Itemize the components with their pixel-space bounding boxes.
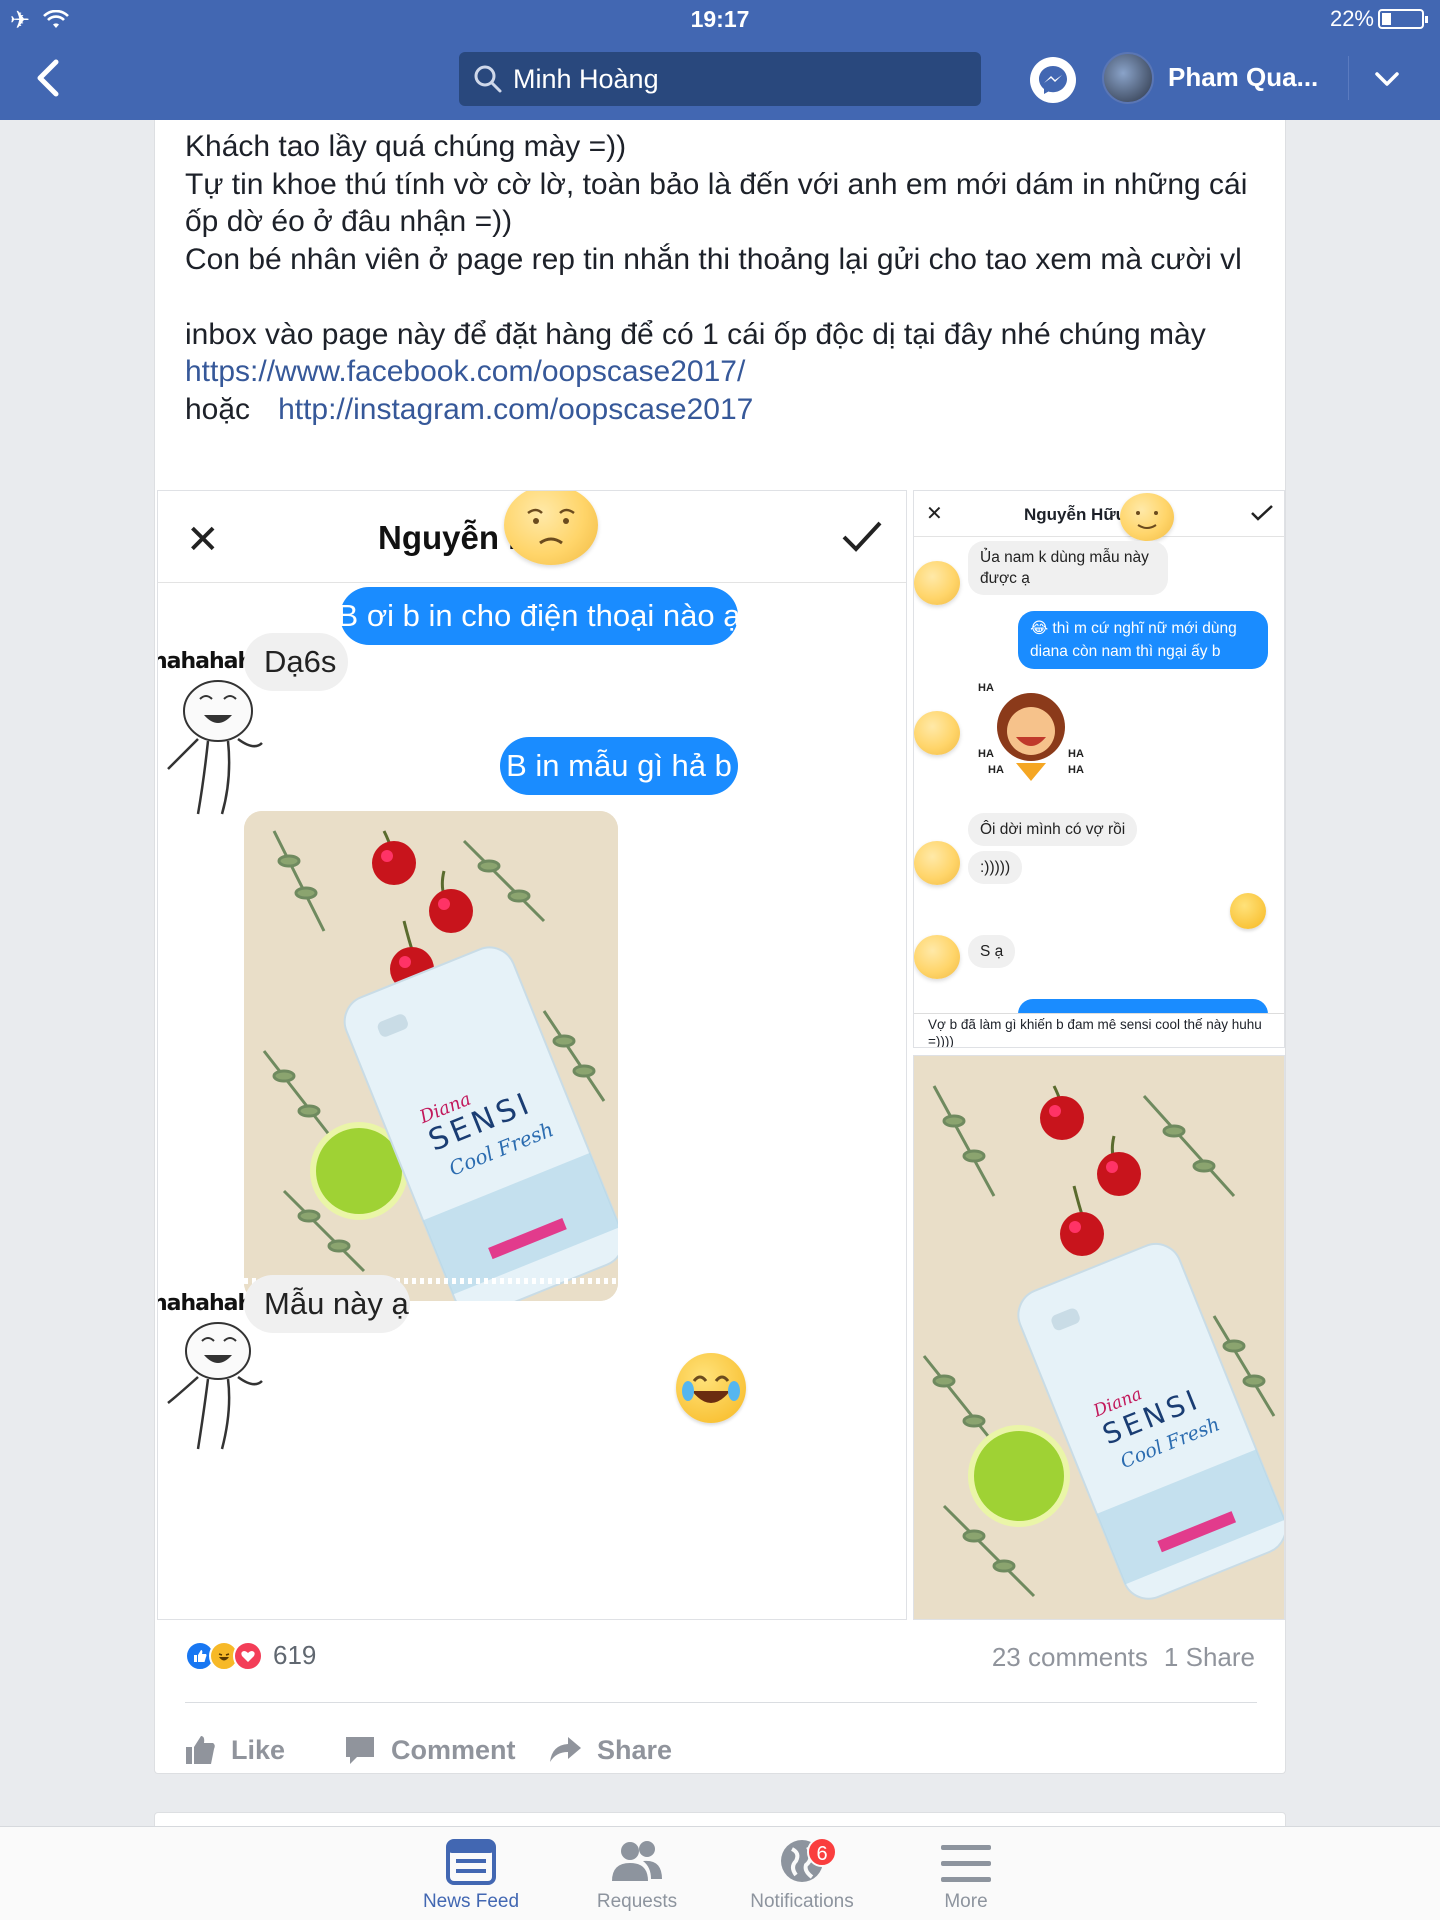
chat-screenshot-right[interactable]: ✕ Nguyễn Hữu Ủa nam k dùng mẫu này được … <box>913 490 1285 1048</box>
laughing-cat-sticker <box>167 680 263 815</box>
post-link-intro: inbox vào page này để đặt hàng để có 1 c… <box>185 317 1206 351</box>
bottom-tab-bar: News Feed Requests 6 Notifications More <box>0 1826 1440 1920</box>
sticker-ha-text: HA <box>978 682 994 694</box>
sticker-ha-text: HA <box>988 764 1004 776</box>
chat-header: ✕ Nguyễn Hữu <box>914 491 1284 537</box>
like-label: Like <box>231 1734 286 1765</box>
phone-case-photo-right[interactable]: Diana SENSI Cool Fresh <box>913 1055 1285 1620</box>
chat-message-received: Mẫu này ạ <box>244 1275 410 1333</box>
contact-avatar <box>914 841 960 885</box>
news-feed-icon <box>446 1839 496 1885</box>
messenger-icon <box>1039 66 1067 94</box>
nav-divider <box>1348 56 1349 100</box>
search-value: Minh Hoàng <box>513 63 659 94</box>
post-line-2: Tự tin khoe thú tính vờ cờ lờ, toàn bảo … <box>185 167 1248 239</box>
close-icon: ✕ <box>186 518 220 562</box>
chat-message-sent: 😂 thì m cứ nghĩ nữ mới dùng diana còn na… <box>1018 611 1268 669</box>
chevron-down-icon[interactable] <box>1372 64 1402 94</box>
battery-percent: 22% <box>1329 6 1374 31</box>
comment-button[interactable]: Comment <box>343 1720 516 1780</box>
checkmark-icon <box>842 521 882 552</box>
chat-message-sent: B in mẫu gì hả b <box>500 737 738 795</box>
sticker-ha-text: HA <box>1068 748 1084 760</box>
phone-case-photo[interactable]: Diana SENSI Cool Fresh <box>244 811 618 1301</box>
share-button[interactable]: Share <box>547 1720 672 1780</box>
messenger-button[interactable] <box>1030 57 1076 103</box>
share-label: Share <box>597 1734 673 1765</box>
status-battery: 22% <box>1329 6 1428 32</box>
contact-avatar <box>914 561 960 605</box>
sticker-ha-text: HA <box>978 748 994 760</box>
post-line-1: Khách tao lầy quá chúng mày =)) <box>185 130 627 163</box>
tab-label: Requests <box>596 1891 678 1912</box>
facebook-page-link[interactable]: https://www.facebook.com/oopscase2017/ <box>185 355 745 388</box>
comment-icon <box>346 1737 374 1764</box>
tab-label: More <box>944 1891 988 1912</box>
laughing-emoji-icon <box>676 1353 746 1423</box>
laughing-cat-sticker <box>167 1322 263 1450</box>
comment-label: Comment <box>391 1734 516 1765</box>
back-arrow-icon[interactable] <box>28 56 68 100</box>
laughing-girl-sticker: HA HA HA HA HA <box>978 682 1084 781</box>
tab-requests[interactable]: Requests <box>562 1827 712 1920</box>
tab-news-feed[interactable]: News Feed <box>396 1827 546 1920</box>
laughing-emoji-icon <box>1230 893 1266 929</box>
checkmark-icon <box>1251 505 1273 521</box>
hamburger-menu-icon <box>941 1845 991 1882</box>
contact-avatar <box>914 711 960 755</box>
engagement-counts: 23 comments 1 Share <box>992 1642 1255 1673</box>
tab-notifications[interactable]: 6 Notifications <box>727 1827 877 1920</box>
post-line-3: Con bé nhân viên ở page rep tin nhắn thi… <box>185 242 1242 276</box>
close-icon: ✕ <box>926 503 943 525</box>
status-time: 19:17 <box>690 6 750 32</box>
thumbs-up-icon <box>186 1736 215 1764</box>
reaction-summary[interactable]: 619 <box>185 1640 316 1671</box>
comment-count-link[interactable]: 23 comments <box>992 1642 1148 1673</box>
post-card: Khách tao lầy quá chúng mày =)) Tự tin k… <box>154 120 1286 1774</box>
chat-message-received: Dạ6s <box>244 633 348 691</box>
actions-divider <box>185 1702 1257 1703</box>
tab-label: News Feed <box>422 1891 520 1912</box>
contact-avatar <box>914 935 960 979</box>
top-navigation-bar: ✈ 19:17 22% Minh Hoàng Pham Qua... <box>0 0 1440 120</box>
battery-icon <box>1378 9 1428 29</box>
post-link-joiner: hoặc <box>185 392 251 426</box>
post-text: Khách tao lầy quá chúng mày =)) Tự tin k… <box>185 128 1265 428</box>
tab-label: Notifications <box>750 1891 854 1912</box>
emoji-face-sticker <box>1120 493 1174 541</box>
search-icon <box>474 65 502 93</box>
post-link-paragraph: inbox vào page này để đặt hàng để có 1 c… <box>185 316 1265 429</box>
chat-message-received: :))))) <box>968 851 1023 884</box>
image-caption: Vợ b đã làm gì khiến b đam mê sensi cool… <box>914 1013 1284 1047</box>
sticker-ha-text: HA <box>1068 764 1084 776</box>
share-count-link[interactable]: 1 Share <box>1164 1642 1255 1673</box>
profile-name[interactable]: Pham Qua... <box>1168 62 1318 93</box>
chat-message-received: Ôi dời mình có vợ rồi <box>968 813 1138 846</box>
instagram-link[interactable]: http://instagram.com/oopscase2017 <box>278 393 753 426</box>
reaction-count: 619 <box>273 1640 317 1670</box>
chat-message-received: Ủa nam k dùng mẫu này được ạ <box>968 541 1168 595</box>
chat-contact-name: Nguyễn Hữu <box>1024 505 1127 524</box>
tab-more[interactable]: More <box>891 1827 1041 1920</box>
chat-message-sent: B ơi b in cho điện thoại nào ạ <box>338 587 740 645</box>
post-line-4 <box>185 278 1265 316</box>
love-reaction-icon <box>233 1640 263 1671</box>
chat-message-received: S ạ <box>968 935 1016 968</box>
friend-requests-icon <box>612 1841 662 1881</box>
emoji-face-sticker <box>504 491 598 565</box>
search-input[interactable]: Minh Hoàng <box>459 52 981 106</box>
chat-screenshot-left[interactable]: ✕ Nguyễn Hữu B ơi b in cho điện thoại nà… <box>157 490 907 1620</box>
profile-avatar[interactable] <box>1102 52 1154 104</box>
share-arrow-icon <box>550 1737 581 1762</box>
notifications-badge: 6 <box>807 1837 837 1867</box>
like-button[interactable]: Like <box>183 1720 285 1780</box>
